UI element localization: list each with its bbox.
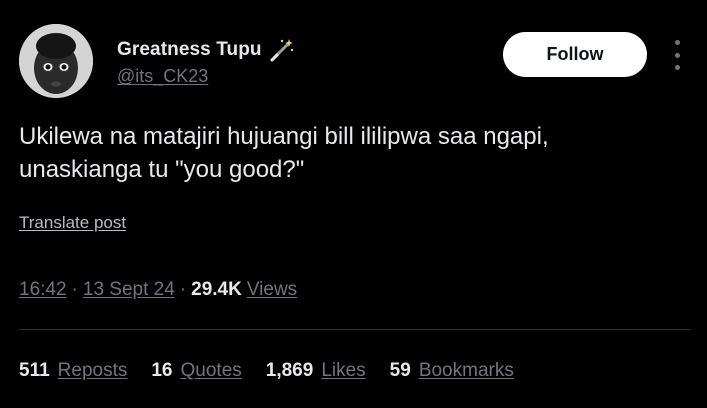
follow-button[interactable]: Follow (503, 32, 647, 77)
tweet-meta: 16:42 · 13 Sept 24 · 29.4K Views (19, 279, 297, 301)
translate-post-link[interactable]: Translate post (19, 213, 126, 233)
stat-quotes[interactable]: 16 Quotes (151, 360, 241, 382)
meta-separator: · (179, 279, 187, 300)
views-count: 29.4K (191, 279, 242, 300)
stat-likes[interactable]: 1,869 Likes (266, 360, 366, 382)
stat-bookmarks[interactable]: 59 Bookmarks (390, 360, 514, 382)
avatar-image (19, 24, 93, 98)
tweet-text: Ukilewa na matajiri hujuangi bill ililip… (19, 123, 549, 183)
avatar[interactable] (19, 24, 93, 98)
stat-count: 1,869 (265, 360, 314, 381)
more-dot (674, 40, 680, 45)
stat-count: 511 (19, 360, 50, 381)
stat-reposts[interactable]: 511 Reposts (19, 360, 127, 382)
divider (19, 329, 691, 330)
more-dot (674, 65, 680, 70)
stat-label: Bookmarks (418, 360, 514, 381)
author-handle[interactable]: @its_CK23 (117, 66, 208, 87)
stat-count: 16 (151, 360, 173, 381)
engagement-stats: 511 Reposts 16 Quotes 1,869 Likes 59 Boo… (19, 360, 538, 382)
more-options-icon[interactable] (668, 40, 686, 70)
stat-label: Reposts (57, 360, 128, 381)
tweet-time[interactable]: 16:42 (19, 279, 67, 301)
meta-separator: · (71, 279, 78, 300)
views-label[interactable]: Views (247, 279, 297, 301)
magic-wand-icon (268, 37, 294, 63)
stat-label: Likes (321, 360, 366, 381)
more-dot (674, 52, 680, 58)
stat-count: 59 (389, 360, 411, 381)
stat-label: Quotes (180, 360, 242, 381)
author-name-row: Greatness Tupu (117, 37, 294, 63)
tweet-date[interactable]: 13 Sept 24 (83, 279, 175, 301)
author-display-name[interactable]: Greatness Tupu (117, 39, 262, 61)
